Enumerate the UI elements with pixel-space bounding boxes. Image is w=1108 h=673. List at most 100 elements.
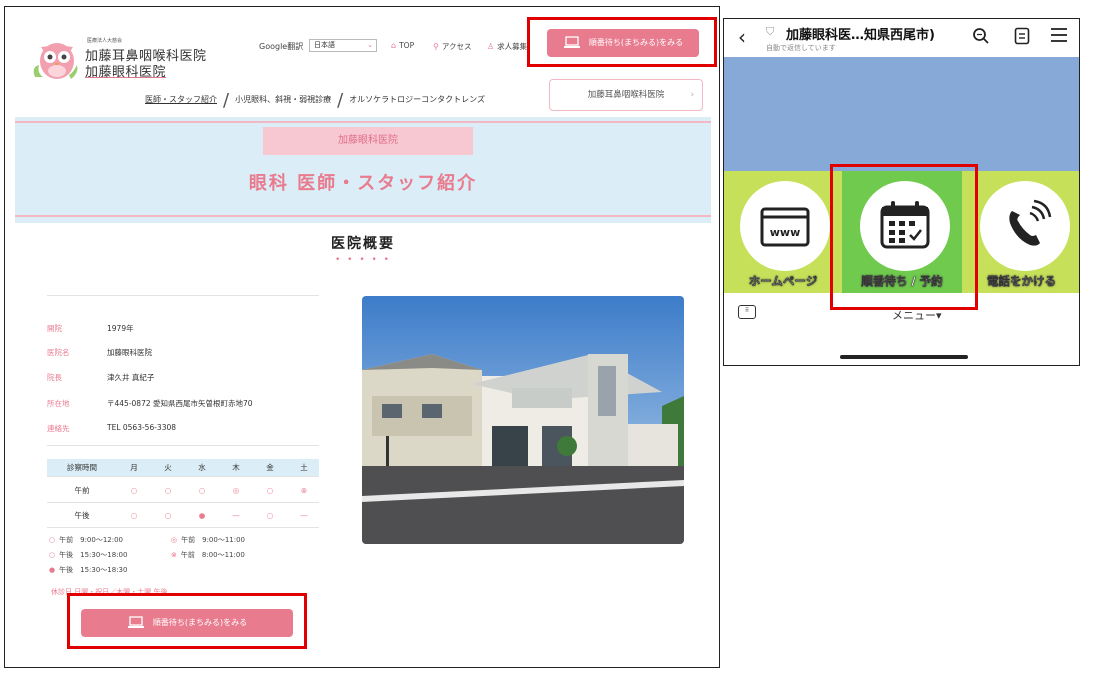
- www-browser-icon: www: [760, 207, 810, 247]
- legend-mark: ●: [49, 566, 56, 574]
- subnav-staff[interactable]: 医師・スタッフ紹介: [145, 95, 217, 104]
- legend-item: ● 午後 15:30〜18:30: [49, 565, 127, 575]
- back-arrow-icon[interactable]: ‹: [738, 25, 746, 49]
- location-pin-icon: ⚲: [433, 42, 439, 51]
- page-title: 眼科 医師・スタッフ紹介: [248, 173, 478, 194]
- subnav-divider: /: [337, 90, 344, 111]
- rich-menu-homepage[interactable]: www ホームページ: [724, 171, 842, 293]
- legend-mark: ⊗: [171, 551, 177, 559]
- legend-text: 午前 8:00〜11:00: [180, 551, 245, 559]
- info-key: 連絡先: [47, 424, 70, 433]
- rich-menu-call[interactable]: 電話をかける: [962, 171, 1079, 293]
- legend-mark: ○: [49, 536, 56, 544]
- language-select[interactable]: 日本語 ⌄: [309, 39, 377, 52]
- menu-circle: www: [740, 181, 830, 271]
- topnav-recruit-label: 求人募集: [497, 42, 528, 51]
- ent-clinic-link-button[interactable]: 加藤耳鼻咽喉科医院 ›: [549, 79, 703, 111]
- home-indicator: [840, 355, 968, 359]
- chat-subtitle: 自動で返信しています: [766, 44, 836, 52]
- legend-text: 午前 9:00〜12:00: [59, 536, 124, 544]
- topnav-access-label: アクセス: [441, 42, 472, 51]
- info-value: 加藤眼科医院: [107, 348, 152, 357]
- hours-header-cell: 診察時間: [67, 463, 97, 472]
- highlight-box-header-button: [527, 17, 717, 67]
- chat-header: ‹ ⛉ 加藤眼科医…知県西尾市) 自動で返信しています: [724, 19, 1079, 57]
- hours-mark: ◎: [232, 486, 240, 495]
- info-key: 開院: [47, 324, 62, 333]
- subnav-divider: /: [223, 90, 230, 111]
- owl-logo-icon: [33, 43, 78, 79]
- topnav-top-link[interactable]: ⌂ TOP: [391, 41, 414, 50]
- hours-header-cell: 月: [130, 463, 138, 472]
- page-banner: 加藤眼科医院 眼科 医師・スタッフ紹介: [15, 117, 711, 223]
- hours-mark: ○: [130, 486, 138, 495]
- banner-clinic-pill: 加藤眼科医院: [263, 127, 473, 155]
- hours-header-cell: 火: [164, 463, 172, 472]
- info-value: TEL 0563-56-3308: [107, 423, 177, 432]
- legend-item: ○ 午前 9:00〜12:00: [49, 535, 123, 545]
- highlight-box-main-button: [67, 593, 307, 649]
- banner-stripe: [15, 215, 711, 217]
- menu-circle: [980, 181, 1070, 271]
- hours-row-label: 午後: [74, 511, 90, 520]
- hours-mark: ○: [130, 511, 138, 520]
- hours-header-cell: 水: [198, 463, 206, 472]
- keyboard-icon[interactable]: ⠿: [738, 305, 756, 319]
- chevron-down-icon: ⌄: [367, 41, 373, 49]
- phone-icon: [1009, 199, 1052, 246]
- info-key: 所在地: [47, 399, 70, 408]
- hours-mark: ⊗: [300, 486, 308, 495]
- search-icon[interactable]: [972, 27, 990, 49]
- notes-icon[interactable]: [1014, 27, 1030, 49]
- topnav-access-link[interactable]: ⚲ アクセス: [433, 41, 471, 52]
- section-title: 医院概要: [331, 236, 395, 252]
- highlight-box-line-menu: [830, 164, 978, 310]
- legend-item: ◎ 午前 9:00〜11:00: [171, 535, 245, 545]
- logo-subtitle: 医療法人大慈会: [87, 38, 123, 44]
- hours-row-afternoon: 午後 ○ ○ ● — ○ —: [47, 504, 319, 528]
- svg-text:www: www: [770, 226, 801, 239]
- legend-mark: ◎: [171, 536, 178, 544]
- hours-mark: ○: [266, 486, 274, 495]
- legend-text: 午前 9:00〜11:00: [181, 536, 246, 544]
- hours-mark: —: [232, 511, 240, 520]
- person-icon: ♙: [487, 42, 495, 51]
- clinic-logo[interactable]: 医療法人大慈会 加藤耳鼻咽喉科医院 加藤眼科医院: [31, 37, 211, 89]
- info-value: 津久井 真紀子: [107, 373, 155, 382]
- hours-header-cell: 金: [266, 463, 274, 472]
- subnav-pediatric[interactable]: 小児眼科、斜視・弱視診療: [235, 95, 331, 104]
- info-value: 1979年: [107, 324, 134, 333]
- hours-row-label: 午前: [74, 486, 90, 495]
- info-value: 〒445-0872 愛知県西尾市矢曽根町赤地70: [107, 399, 253, 408]
- subnav-ortho-k[interactable]: オルソケラトロジーコンタクトレンズ: [349, 95, 485, 104]
- legend-item: ○ 午後 15:30〜18:00: [49, 550, 127, 560]
- topnav-recruit-link[interactable]: ♙ 求人募集: [487, 41, 527, 52]
- hamburger-menu-icon[interactable]: [1050, 27, 1068, 47]
- hours-header-row: 診察時間 月 火 水 木 金 土: [47, 459, 319, 477]
- clinic-website-screenshot: 医療法人大慈会 加藤耳鼻咽喉科医院 加藤眼科医院 Google翻訳 日本語 ⌄ …: [4, 6, 720, 668]
- hours-mark: ○: [266, 511, 274, 520]
- chat-background: [724, 57, 1079, 171]
- hours-header-cell: 土: [300, 463, 308, 472]
- banner-stripe: [15, 121, 711, 123]
- legend-text: 午後 15:30〜18:00: [59, 551, 128, 559]
- shield-icon: ⛉: [766, 25, 775, 38]
- subnav: 医師・スタッフ紹介 / 小児眼科、斜視・弱視診療 / オルソケラトロジーコンタクトレンズ: [145, 90, 485, 111]
- divider: [47, 295, 319, 296]
- rich-menu-label: 電話をかける: [987, 274, 1056, 288]
- divider: [47, 445, 319, 446]
- rich-menu-label: ホームページ: [748, 274, 818, 288]
- ent-clinic-link-label: 加藤耳鼻咽喉科医院: [587, 90, 665, 100]
- hours-row-morning: 午前 ○ ○ ○ ◎ ○ ⊗: [47, 479, 319, 503]
- hours-mark: ○: [164, 486, 172, 495]
- info-key: 院長: [47, 373, 62, 382]
- language-select-value: 日本語: [314, 41, 335, 49]
- legend-text: 午後 15:30〜18:30: [59, 566, 128, 574]
- hours-mark: ●: [198, 511, 206, 520]
- topnav-top-label: TOP: [399, 41, 415, 50]
- clinic-building-photo: [362, 296, 684, 544]
- info-key: 医院名: [47, 348, 70, 357]
- chevron-right-icon: ›: [690, 90, 694, 100]
- legend-mark: ○: [49, 551, 56, 559]
- google-translate-label: Google翻訳: [259, 42, 304, 51]
